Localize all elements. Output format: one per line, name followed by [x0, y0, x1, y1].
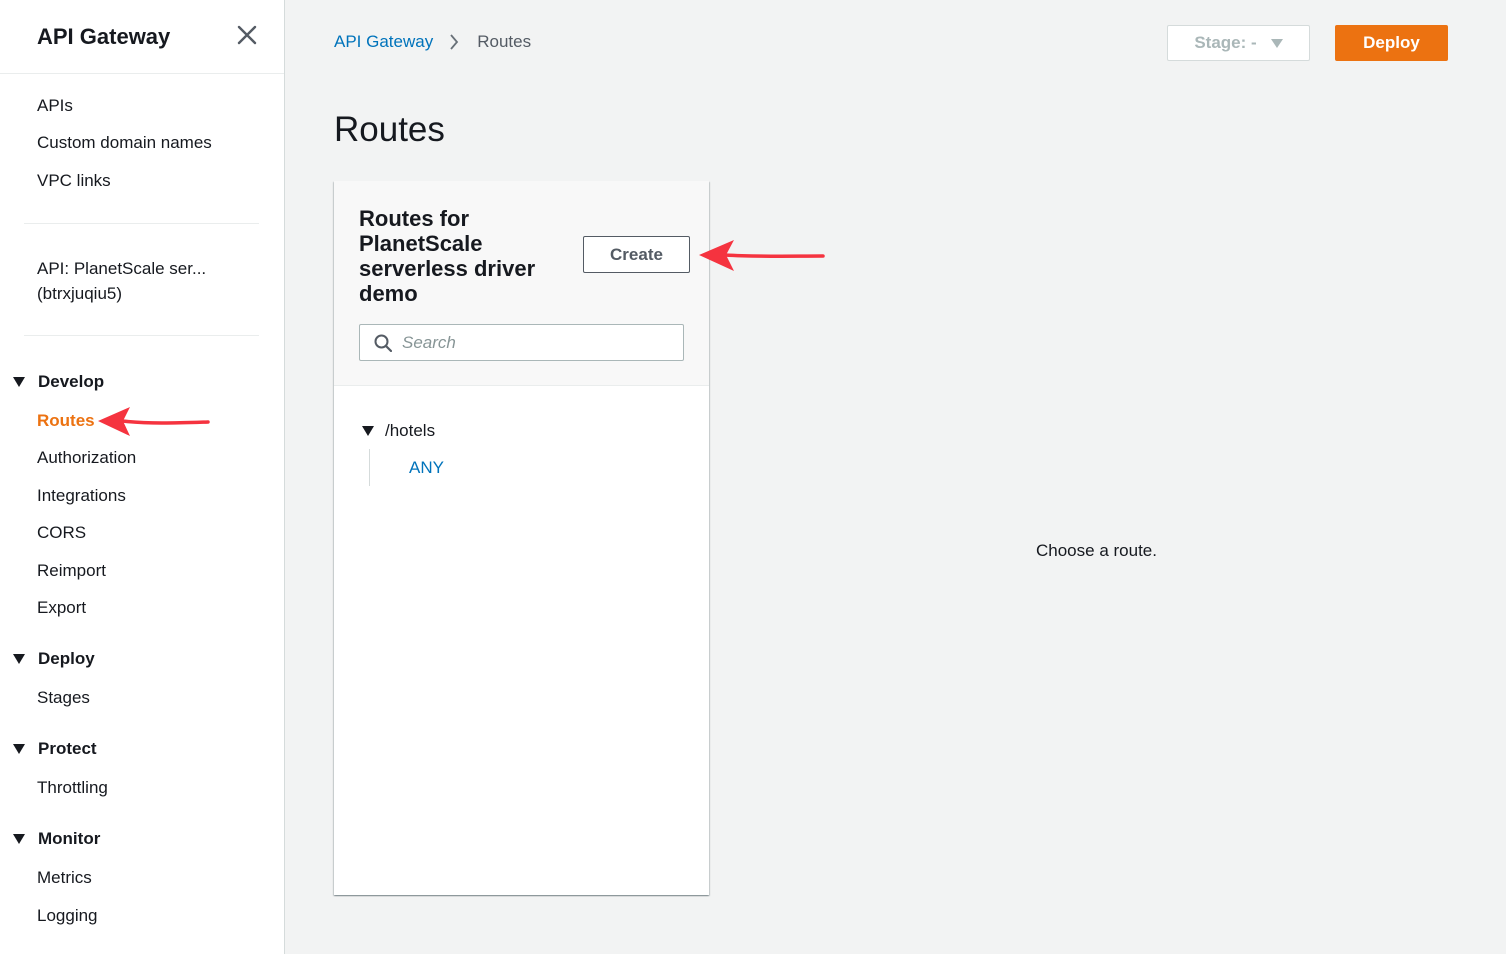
create-route-button[interactable]: Create [583, 236, 690, 273]
sidebar-title: API Gateway [37, 24, 171, 49]
api-name-title: API: PlanetScale ser... [37, 259, 207, 278]
sidebar-header: API Gateway [0, 0, 284, 74]
route-search-field[interactable] [359, 324, 684, 361]
sidebar-item-custom-domain-names[interactable]: Custom domain names [37, 133, 212, 153]
search-input[interactable] [402, 332, 662, 353]
sidebar-divider [24, 223, 259, 224]
stage-select-label: Stage: - [1194, 33, 1257, 52]
caret-down-icon [1270, 38, 1283, 48]
sidebar-item-throttling[interactable]: Throttling [37, 778, 108, 798]
breadcrumb-api-gateway[interactable]: API Gateway [334, 32, 433, 52]
sidebar-item-cors[interactable]: CORS [37, 523, 86, 543]
section-deploy[interactable]: Deploy [13, 649, 95, 669]
sidebar-item-apis[interactable]: APIs [37, 96, 73, 116]
sidebar-item-metrics[interactable]: Metrics [37, 868, 92, 888]
sidebar-item-integrations[interactable]: Integrations [37, 486, 126, 506]
caret-down-icon [13, 744, 25, 754]
route-method-any[interactable]: ANY [409, 458, 444, 478]
caret-down-icon [13, 377, 25, 387]
empty-state-message: Choose a route. [1036, 541, 1157, 560]
section-label: Monitor [38, 829, 101, 848]
deploy-button[interactable]: Deploy [1335, 25, 1448, 61]
close-icon[interactable] [236, 24, 258, 46]
sidebar: API Gateway APIs Custom domain names VPC… [0, 0, 285, 954]
caret-down-icon [362, 426, 374, 436]
page-title: Routes [334, 110, 445, 149]
sidebar-divider [24, 335, 259, 336]
sidebar-item-reimport[interactable]: Reimport [37, 561, 106, 581]
sidebar-item-vpc-links[interactable]: VPC links [37, 171, 111, 191]
section-develop[interactable]: Develop [13, 372, 104, 392]
api-id: (btrxjuqiu5) [37, 284, 123, 303]
section-monitor[interactable]: Monitor [13, 829, 100, 849]
sidebar-item-stages[interactable]: Stages [37, 688, 90, 708]
breadcrumb: API Gateway Routes [334, 32, 531, 52]
sidebar-item-authorization[interactable]: Authorization [37, 448, 136, 468]
chevron-right-icon [450, 34, 459, 50]
api-name[interactable]: API: PlanetScale ser... (btrxjuqiu5) [37, 256, 206, 306]
section-label: Develop [38, 372, 105, 391]
sidebar-item-export[interactable]: Export [37, 598, 86, 618]
routes-panel-header: Routes for PlanetScale serverless driver… [334, 181, 709, 386]
stage-select[interactable]: Stage: - [1167, 25, 1310, 61]
section-label: Deploy [38, 649, 95, 668]
annotation-arrow-icon [699, 240, 825, 271]
search-icon [374, 334, 392, 352]
caret-down-icon [13, 654, 25, 664]
routes-panel: Routes for PlanetScale serverless driver… [334, 181, 709, 895]
routes-panel-title: Routes for PlanetScale serverless driver… [359, 206, 536, 306]
section-protect[interactable]: Protect [13, 739, 97, 759]
sidebar-item-routes[interactable]: Routes [37, 411, 95, 431]
sidebar-item-logging[interactable]: Logging [37, 906, 98, 926]
section-label: Protect [38, 739, 97, 758]
annotation-arrow-icon [98, 407, 210, 436]
tree-connector [369, 449, 370, 486]
route-tree-node-hotels[interactable]: /hotels [362, 421, 435, 441]
caret-down-icon [13, 834, 25, 844]
route-path: /hotels [385, 421, 436, 440]
breadcrumb-current: Routes [477, 32, 532, 51]
